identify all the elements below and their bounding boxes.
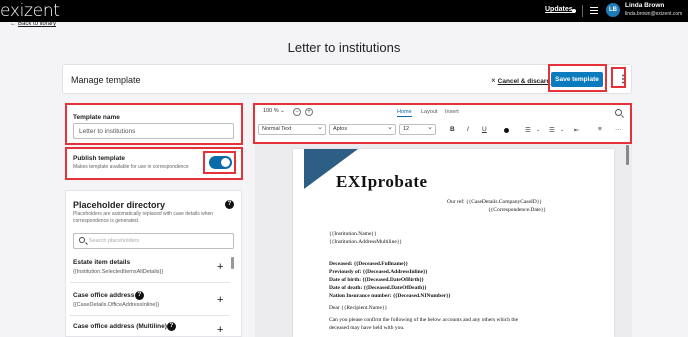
tab-home[interactable]: Home xyxy=(397,109,412,117)
placeholder-item-value: {{Institution.SelectedItemsAllDetails}} xyxy=(73,269,164,275)
doc-date-line: {{Correspondence.Date}} xyxy=(488,207,547,213)
placeholder-search-input[interactable]: Search placeholders xyxy=(73,233,234,249)
doc-body-1: Can you please confirm the following of … xyxy=(329,317,519,323)
help-icon[interactable]: ? xyxy=(225,200,234,209)
publish-description: Makes template available for use in corr… xyxy=(73,164,189,170)
placeholder-item-value: {{CaseDetails.OfficeAddressInline}} xyxy=(73,302,160,308)
doc-dob: Date of birth: {{Deceased.DateOfBirth}} xyxy=(329,277,424,283)
template-name-label: Template name xyxy=(73,114,120,121)
tab-home-label: Home xyxy=(397,109,412,117)
search-placeholder-text: Search placeholders xyxy=(89,238,140,244)
underline-button[interactable]: U xyxy=(482,126,487,133)
search-icon xyxy=(79,237,85,243)
help-icon[interactable]: ? xyxy=(167,322,176,331)
placeholder-description-1: Placeholders are automatically replaced … xyxy=(73,211,214,217)
tab-layout[interactable]: Layout xyxy=(421,109,438,115)
placeholder-item-title: Case office address xyxy=(73,292,134,299)
tab-insert[interactable]: Insert xyxy=(445,109,459,115)
doc-address-1: {{Institution.Name}} xyxy=(329,231,377,237)
more-horizontal-icon[interactable]: ··· xyxy=(615,126,622,133)
search-icon[interactable] xyxy=(615,109,622,116)
divider xyxy=(70,315,230,316)
divider xyxy=(70,282,230,283)
doc-body-2: deceased may have held with you. xyxy=(329,325,405,331)
user-email: linda.brown@exizent.com xyxy=(625,11,683,17)
add-placeholder-icon[interactable]: + xyxy=(217,325,223,336)
toggle-knob xyxy=(221,158,230,167)
editor-toolbar: 100 % ⌄ − + Home Layout Insert Normal Te… xyxy=(255,104,632,144)
back-to-library-link[interactable]: ← Back to library xyxy=(10,21,56,27)
placeholder-item-title: Estate item details xyxy=(73,259,131,266)
avatar[interactable]: LB xyxy=(606,3,620,17)
placeholder-item-title: Case office address (Multiline) xyxy=(73,323,167,330)
publish-label: Publish template xyxy=(73,155,126,162)
topbar-divider xyxy=(582,5,583,17)
zoom-in-icon[interactable]: + xyxy=(305,108,313,116)
more-options-icon[interactable]: ⋮ xyxy=(618,73,628,87)
doc-greeting: Dear {{Recipient.Name}} xyxy=(329,305,388,311)
menu-list-icon[interactable] xyxy=(590,7,598,14)
placeholder-item-title-text: Case office address xyxy=(73,292,135,299)
paragraph-style-select[interactable]: Normal Text xyxy=(258,123,326,135)
save-template-button[interactable]: Save template xyxy=(551,72,603,87)
add-placeholder-icon[interactable]: + xyxy=(217,295,223,306)
italic-button[interactable]: I xyxy=(467,126,469,133)
doc-deceased: Deceased: {{Deceased.Fullname}} xyxy=(329,261,408,267)
cancel-discard-button[interactable]: × Cancel & discard xyxy=(491,76,550,85)
page-title: Letter to institutions xyxy=(287,40,401,55)
chevron-down-icon[interactable]: ⌄ xyxy=(560,127,564,133)
back-link-label: Back to library xyxy=(18,21,57,27)
arrow-left-icon: ← xyxy=(10,21,16,27)
placeholder-directory-title: Placeholder directory xyxy=(73,200,166,210)
zoom-out-icon[interactable]: − xyxy=(293,108,301,116)
doc-previously: Previously of: {{Deceased.AddressInline}… xyxy=(329,269,428,275)
placeholder-description-2: correspondence is generated. xyxy=(73,218,140,224)
font-color-icon[interactable] xyxy=(504,128,509,133)
zoom-level[interactable]: 100 % ⌄ xyxy=(263,108,285,114)
top-bar: exizent Updates LB Linda Brown linda.bro… xyxy=(0,0,688,22)
numbered-list-icon[interactable]: ☰ xyxy=(549,126,555,134)
indent-icon[interactable]: ⇤ xyxy=(574,126,579,134)
bullet-list-icon[interactable]: ☰ xyxy=(525,126,531,134)
font-family-select[interactable]: Aptos xyxy=(329,123,396,135)
doc-address-2: {{Institution.AddressMultiline}} xyxy=(329,239,403,245)
updates-link[interactable]: Updates xyxy=(545,6,573,13)
user-name: Linda Brown xyxy=(625,2,665,9)
font-size-select[interactable]: 12 xyxy=(399,123,436,135)
manage-template-title: Manage template xyxy=(71,75,141,85)
notification-dot-icon xyxy=(572,9,576,13)
help-icon[interactable]: ? xyxy=(135,291,144,300)
template-name-input[interactable] xyxy=(73,123,234,139)
align-left-icon[interactable]: ≡ xyxy=(598,126,602,133)
chevron-down-icon[interactable]: ⌄ xyxy=(536,127,540,133)
document-scrollbar[interactable] xyxy=(626,145,629,165)
exizent-logo[interactable]: exizent xyxy=(0,0,60,22)
cancel-discard-label: Cancel & discard xyxy=(497,78,551,85)
placeholder-scrollbar[interactable] xyxy=(231,257,234,269)
brand-logo-text: EXIprobate xyxy=(336,172,428,191)
doc-dod: Date of death: {{Deceased.DateOfDeath}} xyxy=(329,285,427,291)
doc-ref-line: Our ref: {{CaseDetails.CompanyCaseID}} xyxy=(447,199,543,205)
zoom-value: 100 % xyxy=(263,108,279,114)
doc-nin: Nation Insurance number: {{Deceased.NINu… xyxy=(329,293,451,299)
close-icon: × xyxy=(491,76,496,85)
manage-template-bar: Manage template × Cancel & discard Save t… xyxy=(62,64,632,94)
publish-toggle[interactable] xyxy=(209,156,232,169)
add-placeholder-icon[interactable]: + xyxy=(217,262,223,273)
bold-button[interactable]: B xyxy=(450,126,455,133)
